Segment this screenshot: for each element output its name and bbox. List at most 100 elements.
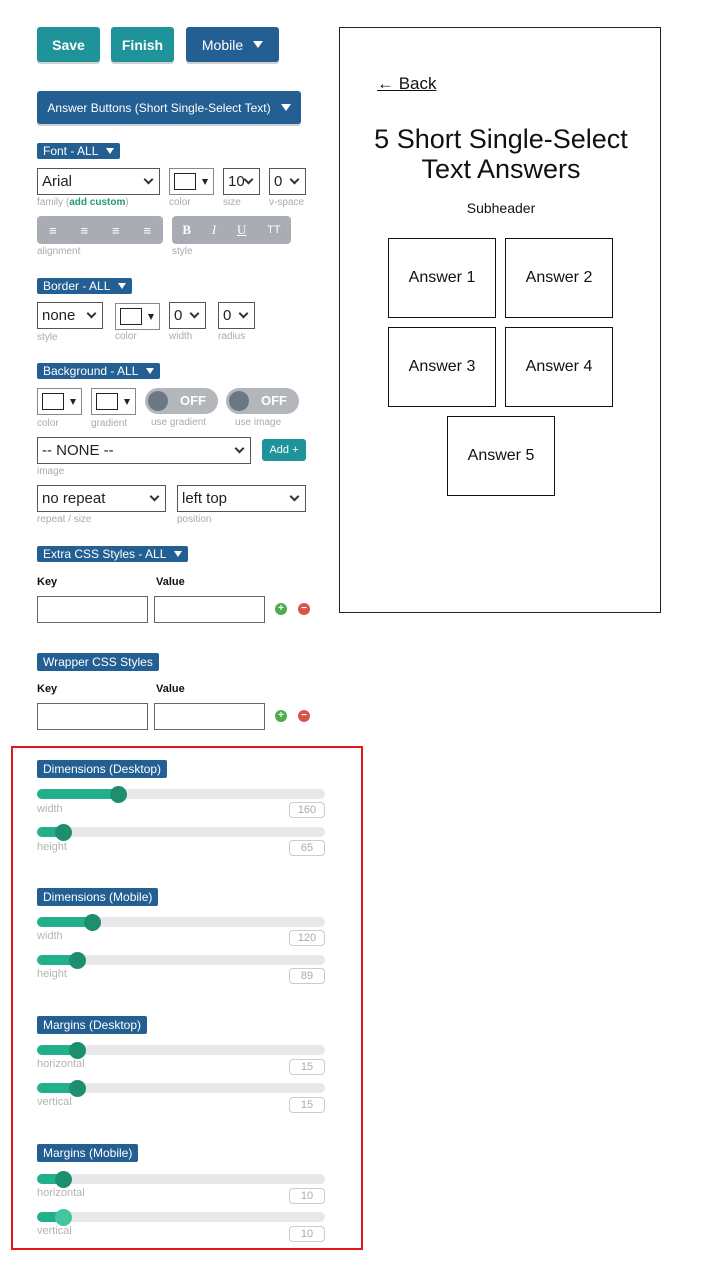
font-size-label: size bbox=[223, 197, 241, 208]
chevron-down-icon bbox=[289, 491, 300, 502]
desktop-horizontal-margin-slider[interactable] bbox=[37, 1042, 325, 1059]
add-row-icon[interactable]: + bbox=[275, 710, 287, 722]
mobile-height-value[interactable]: 89 bbox=[289, 968, 325, 984]
align-center-icon[interactable]: ≡ bbox=[80, 223, 88, 238]
border-radius-select[interactable]: 0 bbox=[218, 302, 255, 329]
background-repeat-select[interactable]: no repeat bbox=[37, 485, 166, 512]
mobile-height-slider[interactable] bbox=[37, 952, 325, 969]
finish-button[interactable]: Finish bbox=[111, 27, 174, 62]
wrapper-css-title: Wrapper CSS Styles bbox=[43, 655, 153, 669]
font-color-picker[interactable] bbox=[169, 168, 214, 195]
background-header: Background - ALL bbox=[43, 364, 139, 378]
mobile-width-value[interactable]: 120 bbox=[289, 930, 325, 946]
title-line-2: Text Answers bbox=[421, 154, 581, 184]
extra-css-value-input[interactable] bbox=[154, 596, 265, 623]
horizontal-label: horizontal bbox=[37, 1187, 85, 1199]
caret-down-icon bbox=[202, 178, 208, 185]
answer-button[interactable]: Answer 4 bbox=[505, 327, 613, 407]
align-left-icon[interactable]: ≡ bbox=[49, 223, 57, 238]
slider-thumb[interactable] bbox=[55, 1209, 72, 1226]
background-image-select[interactable]: -- NONE -- bbox=[37, 437, 251, 464]
desktop-vertical-margin-slider[interactable] bbox=[37, 1080, 325, 1097]
border-width-select[interactable]: 0 bbox=[169, 302, 206, 329]
slider-thumb[interactable] bbox=[84, 914, 101, 931]
slider-thumb[interactable] bbox=[69, 952, 86, 969]
section-title: Dimensions (Desktop) bbox=[43, 762, 162, 776]
caret-down-icon bbox=[253, 41, 264, 48]
mobile-width-slider[interactable] bbox=[37, 914, 325, 931]
remove-row-icon[interactable]: − bbox=[298, 710, 310, 722]
slider-thumb[interactable] bbox=[55, 824, 72, 841]
desktop-height-value[interactable]: 65 bbox=[289, 840, 325, 856]
alignment-label: alignment bbox=[37, 246, 81, 257]
font-size-select[interactable]: 10 bbox=[223, 168, 260, 195]
wrapper-css-value-input[interactable] bbox=[154, 703, 265, 730]
add-row-icon[interactable]: + bbox=[275, 603, 287, 615]
desktop-horizontal-value[interactable]: 15 bbox=[289, 1059, 325, 1075]
use-gradient-toggle[interactable]: OFF bbox=[145, 388, 218, 414]
answer-button[interactable]: Answer 1 bbox=[388, 238, 496, 318]
use-image-toggle[interactable]: OFF bbox=[226, 388, 299, 414]
color-swatch bbox=[42, 393, 64, 410]
remove-row-icon[interactable]: − bbox=[298, 603, 310, 615]
background-position-select[interactable]: left top bbox=[177, 485, 306, 512]
border-header: Border - ALL bbox=[43, 279, 111, 293]
device-dropdown[interactable]: Mobile bbox=[186, 27, 279, 62]
vspace-select[interactable]: 0 bbox=[269, 168, 306, 195]
background-section-toggle[interactable]: Background - ALL bbox=[37, 363, 161, 379]
extra-css-section-toggle[interactable]: Extra CSS Styles - ALL bbox=[37, 546, 189, 562]
italic-button[interactable]: I bbox=[212, 222, 216, 238]
bold-button[interactable]: B bbox=[182, 222, 191, 238]
background-repeat-value: no repeat bbox=[42, 490, 106, 507]
extra-css-key-input[interactable] bbox=[37, 596, 148, 623]
element-selector-dropdown[interactable]: Answer Buttons (Short Single-Select Text… bbox=[37, 91, 301, 124]
border-color-picker[interactable] bbox=[115, 303, 160, 330]
add-image-label: Add + bbox=[269, 444, 299, 456]
add-custom-link[interactable]: add custom bbox=[69, 197, 125, 208]
slider-thumb[interactable] bbox=[69, 1080, 86, 1097]
wrapper-css-key-input[interactable] bbox=[37, 703, 148, 730]
back-link[interactable]: ← Back bbox=[377, 74, 437, 94]
slider-thumb[interactable] bbox=[55, 1171, 72, 1188]
border-width-value: 0 bbox=[174, 307, 183, 324]
desktop-vertical-value[interactable]: 15 bbox=[289, 1097, 325, 1113]
mobile-horizontal-value[interactable]: 10 bbox=[289, 1188, 325, 1204]
align-justify-icon[interactable]: ≡ bbox=[143, 223, 151, 238]
alignment-group: ≡ ≡ ≡ ≡ bbox=[37, 216, 163, 244]
underline-button[interactable]: U bbox=[237, 222, 246, 238]
font-section-toggle[interactable]: Font - ALL bbox=[37, 143, 121, 159]
background-color-picker[interactable] bbox=[37, 388, 82, 415]
answer-button[interactable]: Answer 2 bbox=[505, 238, 613, 318]
toggle-knob bbox=[148, 391, 168, 411]
mobile-horizontal-margin-slider[interactable] bbox=[37, 1171, 325, 1188]
chevron-down-icon bbox=[143, 174, 154, 185]
slider-thumb[interactable] bbox=[110, 786, 127, 803]
chevron-down-icon bbox=[149, 491, 160, 502]
vspace-value: 0 bbox=[274, 173, 283, 190]
answer-button[interactable]: Answer 3 bbox=[388, 327, 496, 407]
align-right-icon[interactable]: ≡ bbox=[112, 223, 120, 238]
gradient-color-picker[interactable] bbox=[91, 388, 136, 415]
desktop-height-slider[interactable] bbox=[37, 824, 325, 841]
dimensions-mobile-header: Dimensions (Mobile) bbox=[37, 888, 159, 906]
vertical-label: vertical bbox=[37, 1225, 72, 1237]
font-family-label: family (add custom) bbox=[37, 197, 129, 208]
mobile-vertical-margin-slider[interactable] bbox=[37, 1209, 325, 1226]
uppercase-button[interactable]: TT bbox=[267, 224, 280, 236]
color-swatch bbox=[174, 173, 196, 190]
border-style-select[interactable]: none bbox=[37, 302, 103, 329]
font-family-select[interactable]: Arial bbox=[37, 168, 160, 195]
desktop-width-value[interactable]: 160 bbox=[289, 802, 325, 818]
desktop-width-slider[interactable] bbox=[37, 786, 325, 803]
border-section-toggle[interactable]: Border - ALL bbox=[37, 278, 133, 294]
save-button[interactable]: Save bbox=[37, 27, 100, 62]
caret-down-icon bbox=[106, 148, 115, 154]
add-image-button[interactable]: Add + bbox=[262, 439, 306, 461]
slider-thumb[interactable] bbox=[69, 1042, 86, 1059]
border-style-value: none bbox=[42, 307, 76, 324]
mobile-vertical-value[interactable]: 10 bbox=[289, 1226, 325, 1242]
caret-down-icon bbox=[70, 398, 76, 405]
element-selector-label: Answer Buttons (Short Single-Select Text… bbox=[47, 100, 271, 115]
use-image-label: use image bbox=[235, 417, 282, 428]
answer-button[interactable]: Answer 5 bbox=[447, 416, 555, 496]
